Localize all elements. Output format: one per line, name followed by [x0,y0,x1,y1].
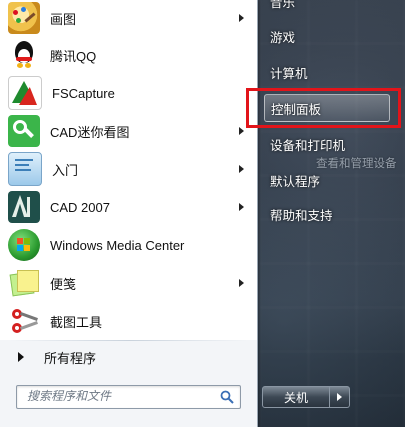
right-item-devices-and-printers[interactable]: 设备和打印机 [264,130,390,158]
annotation-highlight-box [246,88,401,128]
chevron-right-icon [337,393,342,401]
program-item-sticky-notes[interactable]: 便笺 [6,266,254,300]
fscapture-icon [8,76,42,110]
search-icon[interactable] [220,390,234,404]
all-programs-button[interactable]: 所有程序 [6,344,254,370]
windows-media-center-icon [8,229,40,261]
divider [10,340,248,341]
qq-penguin-icon [8,39,40,71]
cad-mini-viewer-icon [8,115,40,147]
right-item-games[interactable]: 游戏 [264,22,390,50]
right-item-label: 计算机 [270,66,308,81]
submenu-arrow-icon [239,165,244,173]
program-label: 入门 [52,162,79,178]
autocad-icon [8,191,40,223]
submenu-arrow-icon [239,127,244,135]
program-label: 腾讯QQ [50,48,97,64]
submenu-arrow-icon [239,279,244,287]
pinned-programs-list: 画图 腾讯QQ FSCapture CAD迷你看图 入门 CAD 2007 Wi… [0,0,257,340]
program-label: 截图工具 [50,314,103,330]
right-item-default-programs[interactable]: 默认程序 [264,166,390,194]
program-label: CAD 2007 [50,199,110,215]
right-item-label: 游戏 [270,30,296,45]
program-item-cad-mini-viewer[interactable]: CAD迷你看图 [6,114,254,148]
program-item-paint[interactable]: 画图 [6,1,254,35]
program-item-cad-2007[interactable]: CAD 2007 [6,190,254,224]
paint-icon [8,2,40,34]
start-menu-left-pane: 画图 腾讯QQ FSCapture CAD迷你看图 入门 CAD 2007 Wi… [0,0,257,427]
right-item-music[interactable]: 音乐 [270,0,295,11]
shutdown-options-button[interactable] [330,386,350,408]
all-programs-label: 所有程序 [44,350,97,366]
shutdown-button[interactable]: 关机 [262,386,330,408]
right-item-computer[interactable]: 计算机 [264,58,390,86]
right-item-help-and-support[interactable]: 帮助和支持 [264,200,390,228]
program-label: FSCapture [52,85,115,101]
submenu-arrow-icon [239,203,244,211]
sticky-notes-icon [8,267,40,299]
program-label: 便笺 [50,276,77,292]
right-item-label: 设备和打印机 [270,138,346,153]
program-item-snipping-tool[interactable]: 截图工具 [6,304,254,338]
program-item-fscapture[interactable]: FSCapture [6,76,254,110]
right-item-label: 默认程序 [270,174,321,189]
program-item-qq[interactable]: 腾讯QQ [6,38,254,72]
search-input[interactable] [17,386,217,406]
right-item-label: 帮助和支持 [270,208,333,223]
expand-arrow-icon [18,352,24,362]
program-item-windows-media-center[interactable]: Windows Media Center [6,228,254,262]
search-box[interactable] [16,385,241,409]
program-item-getting-started[interactable]: 入门 [6,152,254,186]
shutdown-group: 关机 [262,386,350,408]
shutdown-label: 关机 [283,390,308,405]
program-label: Windows Media Center [50,237,185,253]
program-label: CAD迷你看图 [50,124,130,140]
submenu-arrow-icon [239,14,244,22]
snipping-tool-icon [8,305,40,337]
program-label: 画图 [50,11,77,27]
getting-started-icon [8,152,42,186]
